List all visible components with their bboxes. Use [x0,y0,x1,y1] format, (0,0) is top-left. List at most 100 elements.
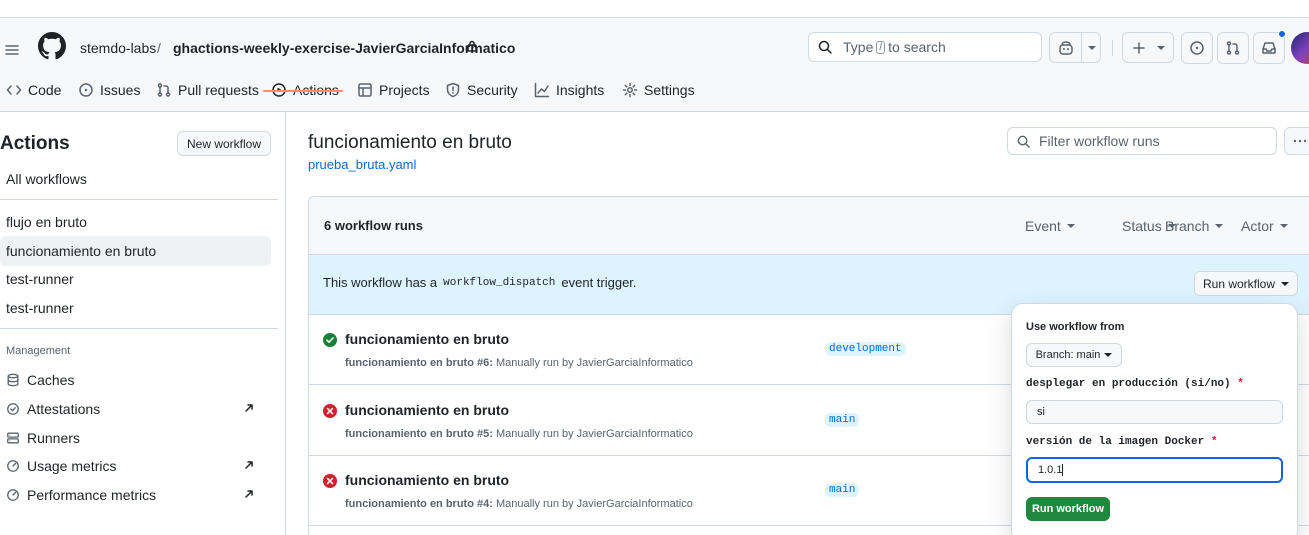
dispatch-text-pre: This workflow has a [323,275,438,290]
run-title[interactable]: funcionamiento en bruto [345,331,509,347]
sidebar-item-caches[interactable]: Caches [0,367,271,393]
active-tab-underline [263,90,343,92]
filter-branch[interactable]: Branch [1165,218,1224,234]
tab-issues-label: Issues [100,82,141,98]
check-circle-icon [7,403,19,415]
tab-code[interactable]: Code [6,81,61,99]
browser-top-strip [0,0,1309,18]
search-icon [818,40,832,54]
branch-badge[interactable]: main [825,483,860,497]
issue-icon [79,83,93,97]
required-mark: * [1237,378,1244,390]
notification-dot [1278,30,1286,38]
external-link-icon [245,404,253,412]
sidebar-separator [0,328,278,329]
sidebar-item-performance-metrics[interactable]: Performance metrics [0,482,271,508]
branch-select-label: Branch: main [1035,349,1101,361]
issue-icon [1190,41,1204,55]
desplegar-produccion-input[interactable]: si [1026,400,1283,424]
runners-label: Runners [27,430,80,446]
run-number: funcionamiento en bruto #6: [345,357,493,369]
pull-requests-button[interactable] [1217,32,1249,64]
code-icon [6,85,22,95]
run-subtitle: funcionamiento en bruto #6: Manually run… [345,357,693,369]
filter-actor-label: Actor [1241,218,1274,234]
success-icon [323,333,337,347]
sidebar-item-usage-metrics[interactable]: Usage metrics [0,453,271,479]
new-workflow-button[interactable]: New workflow [177,131,271,156]
run-title[interactable]: funcionamiento en bruto [345,472,509,488]
issues-button[interactable] [1181,32,1213,64]
docker-version-input[interactable]: 1.0.1 [1026,457,1283,483]
search-prefix: Type [843,39,874,55]
runs-header: 6 workflow runs Event Status Branch Acto… [309,197,1309,255]
run-title[interactable]: funcionamiento en bruto [345,402,509,418]
performance-metrics-label: Performance metrics [27,487,157,503]
hamburger-menu-icon[interactable] [4,42,20,58]
chevron-down-icon [1066,224,1075,228]
workflow-file-link[interactable]: prueba_bruta.yaml [308,157,416,172]
graph-icon [534,82,550,98]
breadcrumb-separator: / [157,40,161,56]
sidebar-workflow-flujo-en-bruto[interactable]: flujo en bruto [0,207,271,237]
tab-pull-requests[interactable]: Pull requests [156,81,259,99]
sidebar-title: Actions [0,133,70,154]
avatar[interactable] [1291,32,1309,64]
branch-select-button[interactable]: Branch: main [1026,343,1122,367]
external-link-icon [245,461,253,469]
filter-actor[interactable]: Actor [1241,218,1288,234]
run-workflow-dropdown-button[interactable]: Run workflow [1194,271,1298,296]
shield-icon [446,82,460,98]
tab-pull-requests-label: Pull requests [178,82,259,98]
branch-badge[interactable]: development [825,342,906,356]
sidebar-workflow-test-runner[interactable]: test-runner [0,264,271,294]
tab-insights[interactable]: Insights [534,81,604,99]
tab-projects-label: Projects [379,82,430,98]
tab-security[interactable]: Security [445,81,518,99]
sidebar-item-attestations[interactable]: Attestations [0,396,271,422]
external-link-icon [245,490,253,498]
chevron-down-icon[interactable] [1088,46,1096,50]
copilot-button[interactable] [1049,32,1101,63]
runs-count: 6 workflow runs [324,218,423,233]
tab-settings[interactable]: Settings [622,81,695,99]
required-mark: * [1210,436,1218,448]
filter-event[interactable]: Event [1025,218,1075,234]
input1-label: desplegar en producción (si/no) * [1026,378,1244,390]
tab-insights-label: Insights [556,82,605,98]
run-detail: Manually run by JavierGarciaInformatico [495,357,693,369]
input2-label: versión de la imagen Docker * [1026,436,1217,448]
docker-version-value: 1.0.1 [1038,464,1063,476]
input1-label-text: desplegar en producción (si/no) [1026,378,1231,390]
breadcrumb-repo[interactable]: ghactions-weekly-exercise-JavierGarciaIn… [173,40,515,56]
search-suffix: to search [888,39,946,55]
sidebar-item-all-workflows[interactable]: All workflows [0,164,271,194]
search-input[interactable]: Type / to search [808,32,1042,62]
branch-badge[interactable]: main [825,413,860,427]
run-subtitle: funcionamiento en bruto #4: Manually run… [345,498,693,510]
sidebar-item-runners[interactable]: Runners [0,425,271,451]
tab-security-label: Security [467,82,518,98]
chevron-down-icon [1215,224,1224,228]
database-icon [7,373,19,387]
sidebar-workflow-test-runner-2[interactable]: test-runner [0,293,271,323]
run-detail: Manually run by JavierGarciaInformatico [495,498,693,510]
create-new-button[interactable] [1122,32,1174,63]
search-icon [1017,135,1030,148]
tab-projects[interactable]: Projects [357,81,430,99]
filter-workflow-runs-input[interactable]: Filter workflow runs [1007,127,1277,155]
run-workflow-submit-button[interactable]: Run workflow [1026,497,1110,521]
chevron-down-icon [1104,353,1113,357]
tab-issues[interactable]: Issues [78,81,140,99]
more-options-button[interactable] [1284,127,1309,155]
inbox-button[interactable] [1253,30,1286,64]
table-icon [358,83,372,97]
caches-label: Caches [27,372,75,388]
breadcrumb-owner[interactable]: stemdo-labs [80,40,156,56]
run-detail: Manually run by JavierGarciaInformatico [495,428,693,440]
github-logo-icon[interactable] [38,32,66,60]
management-heading: Management [6,345,71,357]
run-workflow-popover: Use workflow from Branch: main desplegar… [1011,303,1298,535]
sidebar-workflow-funcionamiento-en-bruto[interactable]: funcionamiento en bruto [0,236,271,266]
tab-code-label: Code [28,82,62,98]
